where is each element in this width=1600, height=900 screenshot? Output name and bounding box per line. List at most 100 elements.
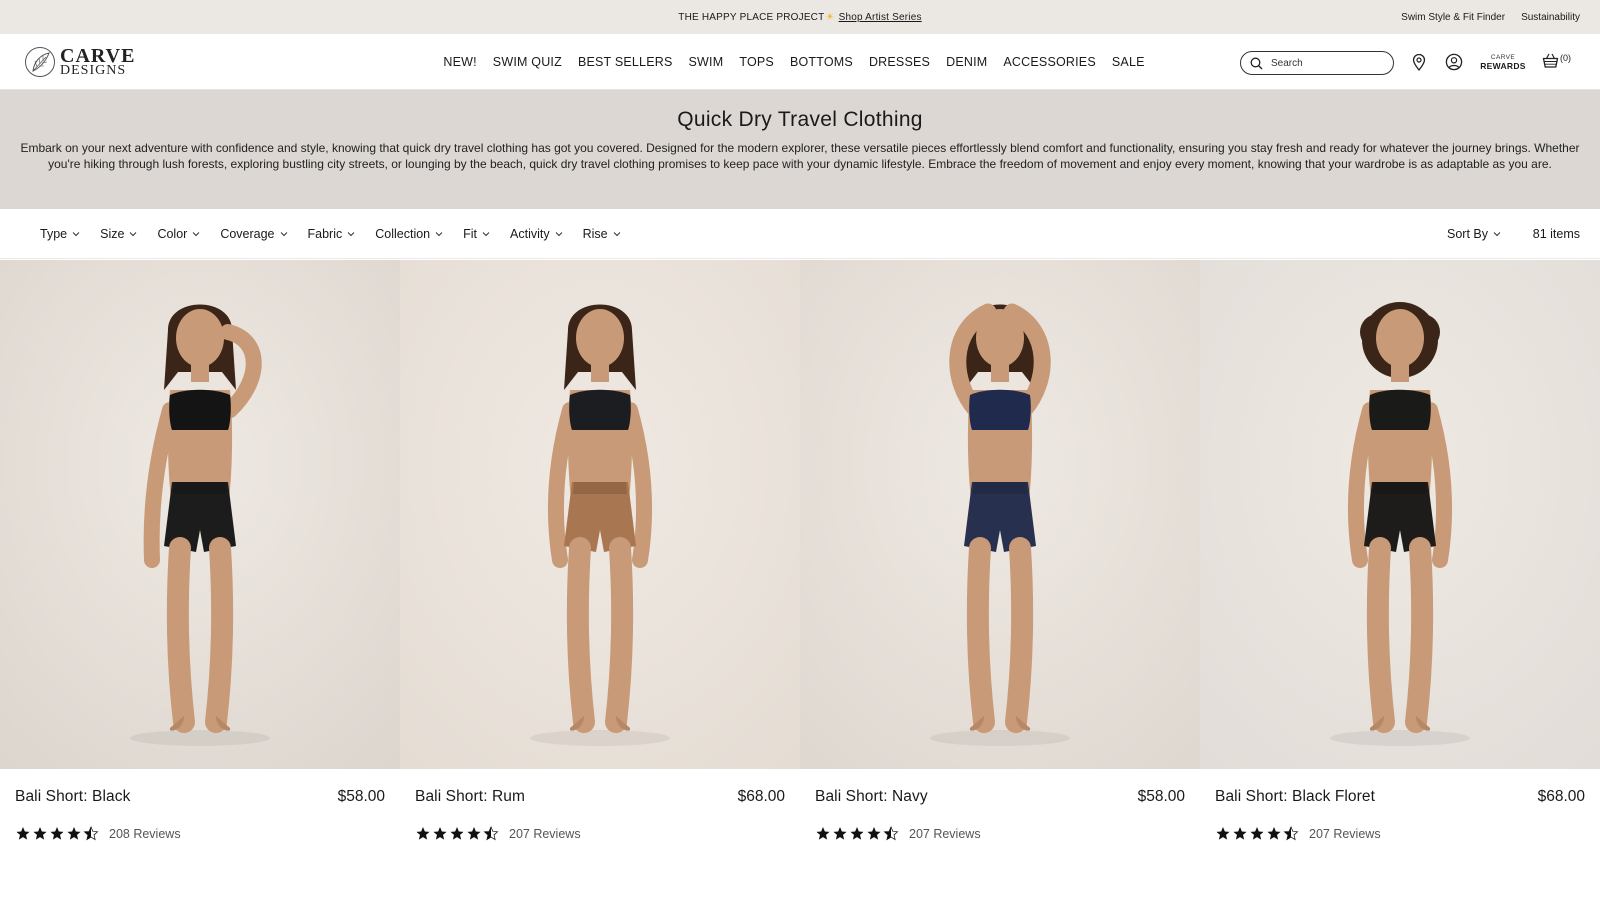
chevron-down-icon — [435, 232, 443, 237]
filter-collection[interactable]: Collection — [375, 227, 443, 241]
product-grid: Bali Short: Black $58.00 208 Reviews Bali S… — [0, 260, 1600, 860]
product-name[interactable]: Bali Short: Black Floret — [1215, 788, 1375, 806]
review-count: 207 Reviews — [509, 826, 581, 841]
star-icon — [433, 826, 447, 840]
review-count: 208 Reviews — [109, 826, 181, 841]
product-rating[interactable]: 207 Reviews — [415, 826, 581, 841]
announcement-center: THE HAPPY PLACE PROJECT ☀ Shop Artist Se… — [0, 0, 1600, 34]
product-price: $68.00 — [737, 788, 785, 805]
shop-artist-series-link[interactable]: Shop Artist Series — [839, 12, 922, 23]
filter-fit[interactable]: Fit — [463, 227, 490, 241]
star-icon — [867, 826, 881, 840]
filter-type[interactable]: Type — [40, 227, 80, 241]
logo-wordmark: CARVE DESIGNS — [60, 46, 135, 78]
search-box[interactable] — [1240, 51, 1394, 75]
star-icon — [816, 826, 830, 840]
star-rating — [415, 826, 499, 841]
product-name[interactable]: Bali Short: Navy — [815, 788, 928, 806]
basket-icon — [1542, 53, 1559, 68]
carve-rewards-link[interactable]: CARVE REWARDS — [1480, 53, 1526, 71]
product-image[interactable] — [0, 260, 400, 769]
leaf-logo-icon — [25, 47, 55, 77]
star-rating — [1215, 826, 1299, 841]
star-icon — [1250, 826, 1264, 840]
nav-dresses[interactable]: DRESSES — [869, 55, 930, 69]
product-rating[interactable]: 208 Reviews — [15, 826, 181, 841]
filter-bar: Type Size Color Coverage Fabric Collection Fit… — [0, 209, 1600, 259]
star-icon — [416, 826, 430, 840]
sun-icon: ☀ — [825, 11, 835, 23]
product-card[interactable]: Bali Short: Black Floret $68.00 207 Review… — [1200, 260, 1600, 860]
sort-by-dropdown[interactable]: Sort By — [1447, 209, 1501, 259]
site-header: CARVE DESIGNS NEW! SWIM QUIZ BEST SELLER… — [0, 34, 1600, 90]
product-name[interactable]: Bali Short: Rum — [415, 788, 525, 806]
logo[interactable]: CARVE DESIGNS — [24, 46, 135, 78]
item-count: 81 items — [1532, 227, 1580, 241]
collection-hero: Quick Dry Travel Clothing Embark on your… — [0, 90, 1600, 209]
star-icon — [16, 826, 30, 840]
sustainability-link[interactable]: Sustainability — [1521, 12, 1580, 23]
filter-label: Activity — [510, 227, 550, 241]
filter-color[interactable]: Color — [157, 227, 200, 241]
half-star-icon — [83, 826, 99, 841]
half-star-icon — [1283, 826, 1299, 841]
store-locator-icon[interactable] — [1409, 52, 1429, 72]
product-name[interactable]: Bali Short: Black — [15, 788, 130, 806]
nav-new[interactable]: NEW! — [443, 55, 476, 69]
filter-rise[interactable]: Rise — [583, 227, 621, 241]
star-icon — [1216, 826, 1230, 840]
chevron-down-icon — [555, 232, 562, 237]
review-count: 207 Reviews — [909, 826, 981, 841]
product-image[interactable] — [400, 260, 800, 769]
cart-button[interactable]: (0) — [1542, 52, 1571, 69]
search-input[interactable] — [1271, 57, 1381, 69]
star-icon — [450, 826, 464, 840]
filter-label: Size — [100, 227, 125, 241]
page-title: Quick Dry Travel Clothing — [677, 108, 923, 131]
account-icon[interactable] — [1444, 52, 1464, 72]
swim-fit-finder-link[interactable]: Swim Style & Fit Finder — [1401, 12, 1505, 23]
filter-coverage[interactable]: Coverage — [220, 227, 287, 241]
filter-fabric[interactable]: Fabric — [308, 227, 356, 241]
chevron-down-icon — [192, 232, 200, 237]
product-rating[interactable]: 207 Reviews — [1215, 826, 1381, 841]
nav-swim[interactable]: SWIM — [689, 55, 724, 69]
rewards-line-2: REWARDS — [1480, 61, 1526, 71]
star-icon — [1233, 826, 1247, 840]
star-rating — [15, 826, 99, 841]
filter-size[interactable]: Size — [100, 227, 137, 241]
utility-links: Swim Style & Fit Finder Sustainability — [1401, 0, 1580, 34]
sort-by-label: Sort By — [1447, 227, 1488, 241]
nav-best-sellers[interactable]: BEST SELLERS — [578, 55, 673, 69]
filter-activity[interactable]: Activity — [510, 227, 563, 241]
cart-count: (0) — [1560, 53, 1571, 63]
filter-label: Rise — [582, 227, 608, 241]
filter-label: Color — [157, 227, 188, 241]
star-icon — [1267, 826, 1281, 840]
nav-tops[interactable]: TOPS — [739, 55, 774, 69]
logo-line-2: DESIGNS — [60, 63, 127, 78]
star-icon — [33, 826, 47, 840]
product-price: $58.00 — [1137, 788, 1185, 805]
collection-description: Embark on your next adventure with confi… — [20, 141, 1580, 171]
product-image[interactable] — [1200, 260, 1600, 769]
nav-denim[interactable]: DENIM — [946, 55, 987, 69]
chevron-down-icon — [482, 232, 490, 237]
star-icon — [833, 826, 847, 840]
nav-accessories[interactable]: ACCESSORIES — [1003, 55, 1096, 69]
filter-label: Type — [40, 227, 68, 241]
product-price: $58.00 — [337, 788, 385, 805]
nav-swim-quiz[interactable]: SWIM QUIZ — [493, 55, 562, 69]
product-image[interactable] — [800, 260, 1200, 769]
chevron-down-icon — [280, 232, 287, 237]
star-icon — [50, 826, 64, 840]
product-card[interactable]: Bali Short: Black $58.00 208 Reviews — [0, 260, 400, 860]
nav-bottoms[interactable]: BOTTOMS — [790, 55, 853, 69]
nav-sale[interactable]: SALE — [1112, 55, 1145, 69]
product-rating[interactable]: 207 Reviews — [815, 826, 981, 841]
chevron-down-icon — [1493, 232, 1501, 237]
product-card[interactable]: Bali Short: Rum $68.00 207 Reviews — [400, 260, 800, 860]
product-card[interactable]: Bali Short: Navy $58.00 207 Reviews — [800, 260, 1200, 860]
filter-label: Collection — [375, 227, 431, 241]
review-count: 207 Reviews — [1309, 826, 1381, 841]
